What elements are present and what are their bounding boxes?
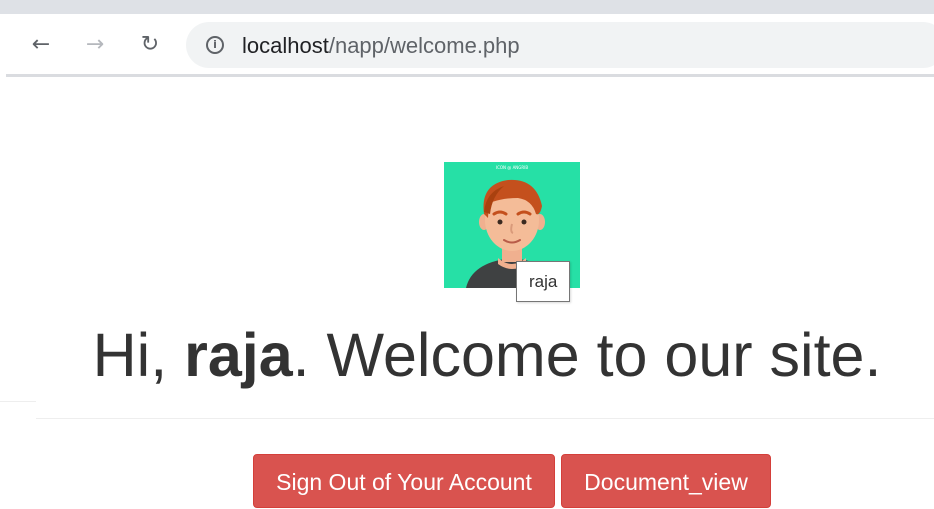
sign-out-button[interactable]: Sign Out of Your Account xyxy=(253,454,555,508)
browser-toolbar: ← → ↻ i localhost/napp/welcome.php xyxy=(0,14,934,74)
reload-icon[interactable]: ↻ xyxy=(137,32,163,58)
document-view-button[interactable]: Document_view xyxy=(561,454,771,508)
url-text[interactable]: localhost/napp/welcome.php xyxy=(242,33,520,59)
browser-tab-strip xyxy=(0,0,934,14)
divider-left xyxy=(0,401,36,402)
info-icon[interactable]: i xyxy=(206,36,224,54)
welcome-prefix: Hi, xyxy=(92,321,185,389)
avatar-tooltip: raja xyxy=(516,261,571,302)
toolbar-divider xyxy=(6,74,934,77)
welcome-suffix: . Welcome to our site. xyxy=(292,321,882,389)
forward-arrow-icon[interactable]: → xyxy=(82,32,108,58)
url-path: /napp/welcome.php xyxy=(328,33,520,58)
divider xyxy=(36,418,934,419)
back-arrow-icon[interactable]: ← xyxy=(28,32,54,58)
avatar-badge-text: ICON @ ANGRIB xyxy=(496,165,528,170)
address-bar[interactable]: i localhost/napp/welcome.php xyxy=(186,22,934,68)
url-host: localhost xyxy=(242,33,329,58)
welcome-username: raja xyxy=(184,321,293,389)
welcome-heading: Hi, raja. Welcome to our site. xyxy=(0,318,934,392)
